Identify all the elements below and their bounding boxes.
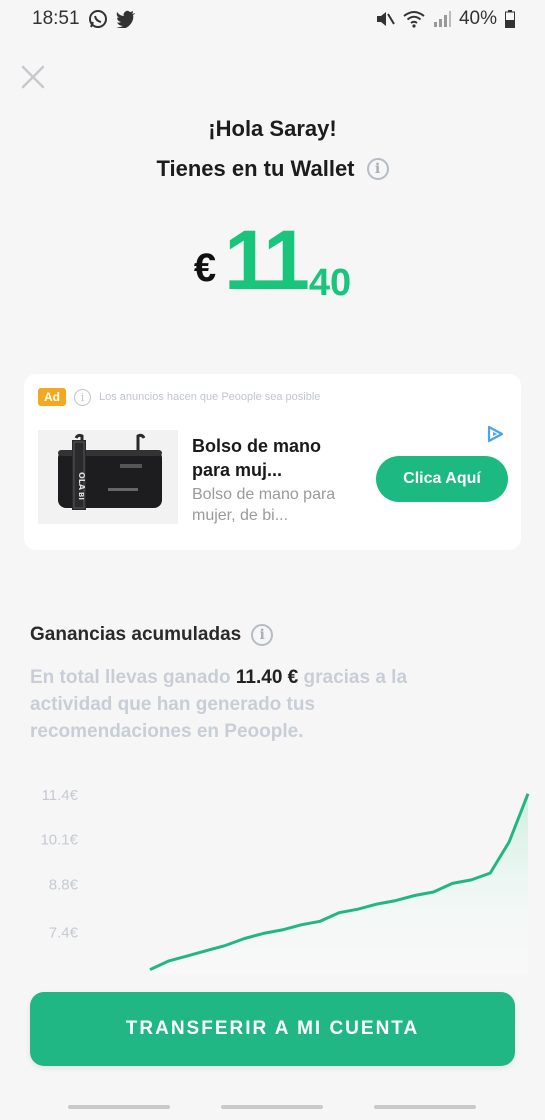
status-left: 18:51 bbox=[32, 8, 136, 30]
wallet-label: Tienes en tu Wallet bbox=[156, 156, 355, 181]
greeting-title: ¡Hola Saray! bbox=[208, 116, 337, 141]
earnings-desc-before: En total llevas ganado bbox=[30, 667, 236, 688]
earnings-chart-svg: 11.4€ 10.1€ 8.8€ 7.4€ bbox=[40, 787, 530, 975]
status-right: 40% bbox=[375, 8, 515, 30]
balance-decimal: 40 bbox=[308, 262, 352, 304]
mute-icon bbox=[375, 10, 395, 28]
transfer-button[interactable]: TRANSFERIR A MI CUENTA bbox=[30, 992, 515, 1066]
twitter-icon bbox=[115, 10, 136, 28]
y-tick-label: 7.4€ bbox=[49, 925, 79, 942]
svg-text:OLA: OLA bbox=[77, 472, 86, 491]
earnings-description: En total llevas ganado 11.40 € gracias a… bbox=[30, 664, 430, 745]
ad-title[interactable]: Bolso de mano para muj... bbox=[192, 434, 352, 482]
wallet-info-icon[interactable]: i bbox=[366, 158, 389, 180]
wifi-icon bbox=[403, 10, 425, 28]
earnings-title: Ganancias acumuladas bbox=[30, 624, 242, 645]
signal-icon bbox=[433, 11, 451, 27]
system-nav-bar bbox=[0, 1090, 545, 1120]
ad-card[interactable]: Ad i Los anuncios hacen que Peoople sea … bbox=[24, 374, 521, 550]
earnings-amount: 11.40 € bbox=[235, 667, 299, 688]
ad-product-image[interactable]: OLA BI bbox=[38, 430, 178, 524]
status-bar: 18:51 40% bbox=[0, 0, 545, 38]
wallet-label-row: Tienes en tu Wallet i bbox=[0, 156, 545, 182]
adchoices-icon[interactable] bbox=[485, 424, 505, 449]
balance-currency: € bbox=[193, 246, 217, 290]
status-time: 18:51 bbox=[32, 8, 80, 29]
ad-description: Bolso de mano para mujer, de bi... bbox=[192, 486, 336, 524]
earnings-title-row: Ganancias acumuladas i bbox=[30, 624, 274, 646]
ad-info-icon[interactable]: i bbox=[74, 388, 91, 406]
balance-integer: 11 bbox=[224, 213, 310, 307]
earnings-info-icon[interactable]: i bbox=[251, 624, 274, 646]
y-tick-label: 10.1€ bbox=[40, 832, 78, 849]
wallet-balance: € 11 40 bbox=[0, 218, 545, 305]
ad-cta-button[interactable]: Clica Aquí bbox=[376, 456, 508, 502]
whatsapp-icon bbox=[88, 9, 108, 29]
nav-home-button[interactable] bbox=[221, 1105, 323, 1109]
y-tick-label: 8.8€ bbox=[49, 876, 79, 893]
close-button[interactable] bbox=[18, 62, 48, 92]
y-tick-label: 11.4€ bbox=[42, 787, 79, 804]
ad-disclaimer: Los anuncios hacen que Peoople sea posib… bbox=[99, 391, 321, 403]
chart-area-fill bbox=[150, 793, 528, 975]
nav-back-button[interactable] bbox=[374, 1105, 476, 1109]
ad-header: Ad i Los anuncios hacen que Peoople sea … bbox=[38, 388, 320, 406]
battery-icon bbox=[505, 10, 515, 28]
nav-recent-button[interactable] bbox=[68, 1105, 170, 1109]
earnings-chart: 11.4€ 10.1€ 8.8€ 7.4€ bbox=[0, 760, 545, 975]
close-icon bbox=[21, 65, 45, 89]
battery-text: 40% bbox=[458, 8, 497, 29]
svg-text:BI: BI bbox=[77, 492, 85, 500]
ad-badge: Ad bbox=[38, 388, 66, 406]
